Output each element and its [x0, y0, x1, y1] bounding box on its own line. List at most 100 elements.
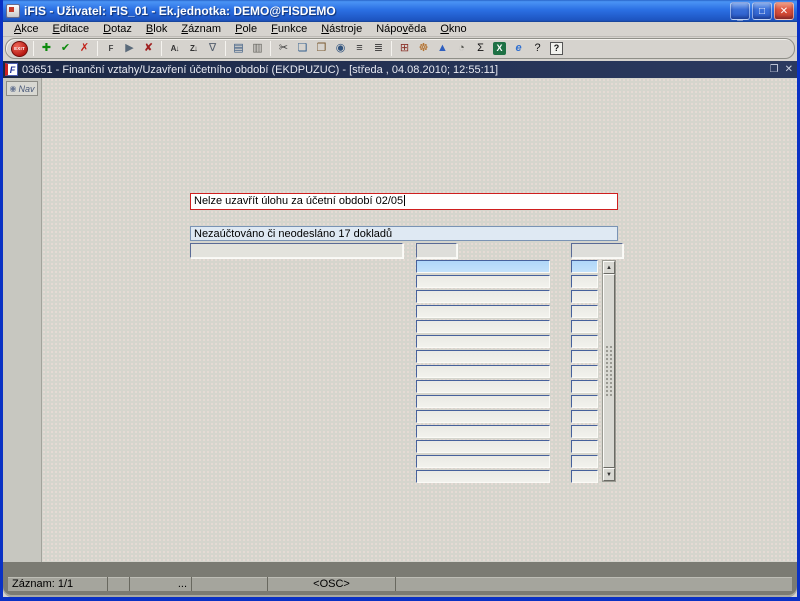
document-cell[interactable] — [416, 275, 550, 288]
web-icon[interactable]: e — [509, 40, 528, 58]
list-row[interactable] — [416, 395, 600, 410]
list-values-icon[interactable]: ≡ — [350, 40, 369, 58]
scroll-down-button[interactable]: ▼ — [603, 468, 615, 481]
list-row[interactable] — [416, 380, 600, 395]
list-row[interactable] — [416, 305, 600, 320]
list-row[interactable] — [416, 320, 600, 335]
flag-cell[interactable] — [571, 320, 598, 333]
scroll-up-button[interactable]: ▲ — [603, 261, 615, 274]
list-row[interactable] — [416, 410, 600, 425]
menu-item-dotaz[interactable]: Dotaz — [96, 23, 139, 35]
list-row[interactable] — [416, 365, 600, 380]
document-cell[interactable] — [416, 455, 550, 468]
flag-cell[interactable] — [571, 290, 598, 303]
flag-cell[interactable] — [571, 440, 598, 453]
document-cell[interactable] — [416, 410, 550, 423]
error-message-field[interactable]: Nelze uzavřít úlohu za účetní období 02/… — [190, 193, 618, 210]
document-cell[interactable] — [416, 305, 550, 318]
exit-button[interactable]: EXIT — [11, 40, 28, 57]
document-cell[interactable] — [416, 290, 550, 303]
list-row[interactable] — [416, 335, 600, 350]
menu-item-editace[interactable]: Editace — [45, 23, 96, 35]
menu-item-zaznam[interactable]: Záznam — [174, 23, 228, 35]
sort-descending-icon[interactable]: Z↓ — [184, 40, 203, 58]
cut-icon[interactable]: ✂ — [274, 40, 293, 58]
flag-cell[interactable] — [571, 335, 598, 348]
status-segment: <OSC> — [268, 577, 396, 591]
nav-tab[interactable]: ◉ Nav — [6, 81, 38, 96]
scrollbar-track[interactable] — [603, 274, 615, 468]
mdi-close-icon[interactable]: ✕ — [785, 64, 793, 75]
nav-strip: ◉ Nav — [3, 78, 42, 562]
menu-item-funkce[interactable]: Funkce — [264, 23, 314, 35]
menu-item-pole[interactable]: Pole — [228, 23, 264, 35]
flag-cell[interactable] — [571, 470, 598, 483]
calendar-icon[interactable]: ⊞ — [395, 40, 414, 58]
close-button[interactable]: ✕ — [774, 2, 794, 20]
mdi-restore-icon[interactable]: ❐ — [770, 64, 779, 75]
print-icon[interactable]: ▤ — [229, 40, 248, 58]
insert-record-icon[interactable]: ✚ — [37, 40, 56, 58]
document-cell[interactable] — [416, 440, 550, 453]
flag-cell[interactable] — [571, 275, 598, 288]
menu-item-napoveda[interactable]: Nápověda — [369, 23, 433, 35]
detail-field[interactable] — [190, 243, 403, 258]
document-cell[interactable] — [416, 380, 550, 393]
flag-cell[interactable] — [571, 365, 598, 378]
document-cell[interactable] — [416, 260, 550, 273]
menu-item-blok[interactable]: Blok — [139, 23, 174, 35]
sort-ascending-icon[interactable]: A↓ — [165, 40, 184, 58]
cancel-query-icon[interactable]: ✘ — [139, 40, 158, 58]
menu-item-akce[interactable]: Akce — [7, 23, 45, 35]
list-row[interactable] — [416, 260, 600, 275]
list-row[interactable] — [416, 350, 600, 365]
sum-icon[interactable]: Σ — [471, 40, 490, 58]
flag-cell[interactable] — [571, 425, 598, 438]
maximize-button[interactable]: □ — [752, 2, 772, 20]
document-cell[interactable] — [416, 365, 550, 378]
print-preview-icon[interactable]: ▥ — [248, 40, 267, 58]
execute-query-icon[interactable]: ▶ — [120, 40, 139, 58]
delete-record-icon[interactable]: ✗ — [75, 40, 94, 58]
help-topics-icon[interactable]: ? — [528, 40, 547, 58]
flag-cell[interactable] — [571, 260, 598, 273]
info-message-field[interactable]: Nezaúčtováno či neodesláno 17 dokladů — [190, 226, 618, 241]
menu-item-okno[interactable]: Okno — [433, 23, 473, 35]
document-cell[interactable] — [416, 425, 550, 438]
document-cell[interactable] — [416, 395, 550, 408]
excel-icon[interactable]: X — [490, 40, 509, 58]
filter-icon[interactable]: ∇ — [203, 40, 222, 58]
list-columns-icon[interactable]: ≣ — [369, 40, 388, 58]
find-document-icon[interactable]: ◉ — [331, 40, 350, 58]
list-row[interactable] — [416, 290, 600, 305]
flag-cell[interactable] — [571, 350, 598, 363]
document-cell[interactable] — [416, 335, 550, 348]
navigator-helm-icon[interactable]: ☸ — [414, 40, 433, 58]
paste-icon[interactable]: ❐ — [312, 40, 331, 58]
update-record-icon[interactable]: ✔ — [56, 40, 75, 58]
enter-query-icon[interactable]: F — [101, 40, 120, 58]
flag-cell[interactable] — [571, 395, 598, 408]
flag-cell[interactable] — [571, 380, 598, 393]
list-row[interactable] — [416, 425, 600, 440]
context-help-icon[interactable]: ? — [547, 40, 566, 58]
list-row[interactable] — [416, 455, 600, 470]
flag-cell[interactable] — [571, 305, 598, 318]
list-row[interactable] — [416, 440, 600, 455]
flag-cell[interactable] — [571, 410, 598, 423]
menu-item-nastroje[interactable]: Nástroje — [314, 23, 369, 35]
scrollbar-thumb[interactable] — [603, 274, 615, 468]
period-field[interactable] — [571, 243, 623, 258]
list-row[interactable] — [416, 275, 600, 290]
list-row[interactable] — [416, 470, 600, 485]
minimize-button[interactable]: _ — [730, 2, 750, 22]
time-icon[interactable]: ◔ — [452, 40, 471, 58]
document-cell[interactable] — [416, 350, 550, 363]
count-field[interactable] — [416, 243, 457, 258]
status-bar: Záznam: 1/1... <OSC> — [3, 562, 797, 597]
document-cell[interactable] — [416, 320, 550, 333]
document-cell[interactable] — [416, 470, 550, 483]
copy-icon[interactable]: ❏ — [293, 40, 312, 58]
image-icon[interactable]: ▲ — [433, 40, 452, 58]
flag-cell[interactable] — [571, 455, 598, 468]
